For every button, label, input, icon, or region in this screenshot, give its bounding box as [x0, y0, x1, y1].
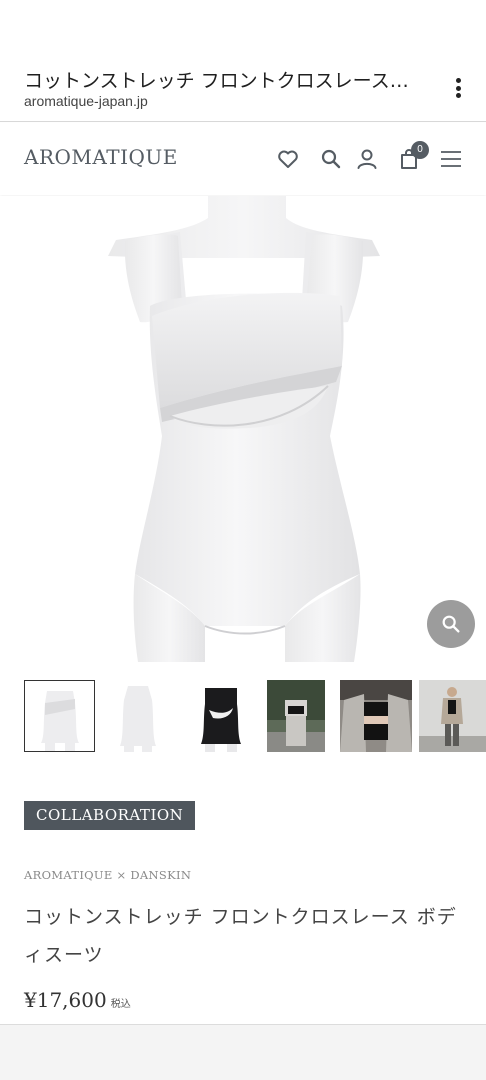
tax-label: 税込	[110, 999, 131, 1010]
product-name: コットンストレッチ フロントクロスレース ボディスーツ	[24, 906, 457, 966]
site-logo[interactable]: AROMATIQUE	[24, 145, 178, 169]
menu-icon[interactable]	[437, 145, 465, 173]
site-header: AROMATIQUE 0	[0, 123, 486, 195]
browser-address-bar[interactable]: コットンストレッチ フロントクロスレースボ... aromatique-japa…	[0, 56, 486, 122]
cart-icon[interactable]: 0	[395, 141, 429, 173]
zoom-button[interactable]	[427, 600, 475, 648]
cart-count-badge: 0	[411, 141, 429, 159]
bottom-bar	[0, 1024, 486, 1080]
thumbnail-strip	[0, 680, 486, 752]
more-options-icon[interactable]	[448, 76, 468, 100]
browser-url[interactable]: aromatique-japan.jp	[24, 93, 148, 109]
thumbnail-6[interactable]	[419, 680, 486, 752]
browser-page-title: コットンストレッチ フロントクロスレースボ...	[24, 70, 424, 92]
zoom-search-icon	[442, 615, 460, 633]
product-price-block: ¥17,600 税込	[24, 988, 131, 1012]
thumbnail-5[interactable]	[340, 680, 412, 752]
thumbnail-3[interactable]	[185, 680, 257, 752]
search-icon[interactable]	[317, 145, 345, 173]
product-main-image[interactable]	[0, 196, 486, 662]
product-brand: AROMATIQUE × DANSKIN	[24, 868, 192, 882]
account-icon[interactable]	[353, 145, 381, 173]
status-bar-area	[0, 0, 486, 56]
heart-icon[interactable]	[274, 145, 302, 173]
thumbnail-1[interactable]	[24, 680, 95, 752]
thumbnail-2[interactable]	[102, 680, 174, 752]
collaboration-tag: COLLABORATION	[24, 801, 196, 830]
thumbnail-4[interactable]	[267, 680, 339, 752]
product-price: ¥17,600	[24, 988, 107, 1012]
